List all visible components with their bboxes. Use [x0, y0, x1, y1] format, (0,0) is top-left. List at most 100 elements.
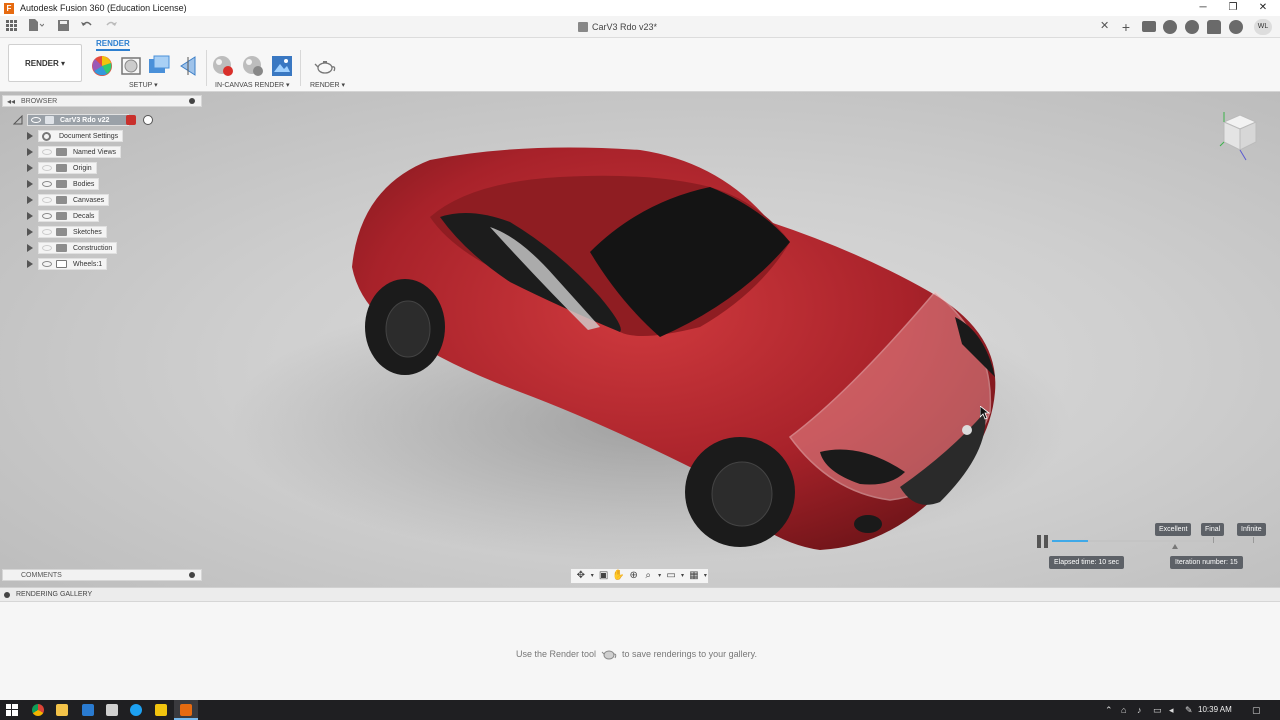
expand-arrow-icon[interactable]	[27, 260, 33, 268]
data-panel-icon[interactable]	[1142, 21, 1156, 32]
gallery-toggle-icon[interactable]	[4, 592, 10, 598]
browser-item[interactable]: Wheels:1	[38, 258, 108, 270]
user-avatar[interactable]: WL	[1254, 19, 1272, 35]
app-icon[interactable]	[106, 704, 118, 716]
chevron-down-icon[interactable]: ▾	[657, 570, 662, 582]
appearance-icon[interactable]	[91, 55, 113, 77]
minimize-button[interactable]: ─	[1188, 0, 1218, 16]
quality-infinite-button[interactable]: Infinite	[1237, 523, 1266, 536]
taskbar-clock[interactable]: 10:39 AM	[1198, 703, 1232, 717]
maximize-button[interactable]: ❐	[1218, 0, 1248, 16]
pause-render-button[interactable]	[1037, 535, 1049, 548]
notification-center-icon[interactable]: ▢	[1252, 703, 1261, 717]
file-icon[interactable]	[27, 19, 45, 35]
scene-settings-icon[interactable]	[120, 55, 142, 77]
chevron-down-icon[interactable]: ▾	[703, 570, 708, 582]
canvas-viewport[interactable]	[0, 92, 1280, 587]
fusion-taskbar-icon[interactable]	[180, 704, 192, 716]
warning-badge-icon[interactable]	[126, 115, 136, 125]
workspace-switcher[interactable]: RENDER ▾	[8, 44, 82, 82]
expand-arrow-icon[interactable]	[27, 132, 33, 140]
visibility-eye-icon[interactable]	[42, 213, 52, 219]
browser-item[interactable]: Construction	[38, 242, 118, 254]
document-tab[interactable]: CarV3 Rdo v23*	[578, 19, 657, 35]
setup-group-label[interactable]: SETUP ▾	[129, 81, 158, 89]
add-comment-icon[interactable]	[189, 572, 195, 578]
app-grid-icon[interactable]	[5, 19, 17, 35]
browser-item[interactable]: Sketches	[38, 226, 107, 238]
save-icon[interactable]	[57, 19, 69, 35]
tray-microphone-icon[interactable]: ♪	[1137, 703, 1142, 717]
render-teapot-icon[interactable]	[314, 55, 336, 77]
visibility-eye-icon[interactable]	[42, 245, 52, 251]
tray-battery-icon[interactable]: ▭	[1153, 703, 1162, 717]
chrome-icon[interactable]	[32, 704, 44, 716]
mail-icon[interactable]	[82, 704, 94, 716]
collapse-panel-icon[interactable]: ◂◂	[7, 96, 15, 107]
windows-start-icon[interactable]	[6, 704, 18, 716]
visibility-eye-icon[interactable]	[42, 229, 52, 235]
rendering-gallery-header[interactable]: RENDERING GALLERY	[0, 587, 1280, 602]
tray-network-icon[interactable]: ⌂	[1121, 703, 1126, 717]
pan-hand-icon[interactable]: ✋	[612, 570, 624, 582]
chevron-down-icon[interactable]: ▾	[680, 570, 685, 582]
decal-icon[interactable]	[177, 55, 199, 77]
visibility-eye-icon[interactable]	[42, 181, 52, 187]
tab-close-icon[interactable]: ✕	[1100, 19, 1109, 32]
expand-arrow-icon[interactable]	[27, 180, 33, 188]
capture-image-icon[interactable]	[271, 55, 293, 77]
notifications-bell-icon[interactable]	[1207, 20, 1221, 34]
tray-chevron-up-icon[interactable]: ⌃	[1105, 703, 1113, 717]
quality-excellent-button[interactable]: Excellent	[1155, 523, 1192, 536]
tab-render[interactable]: RENDER	[96, 39, 130, 51]
expand-arrow-icon[interactable]	[27, 212, 33, 220]
help-icon[interactable]	[1229, 20, 1243, 34]
expand-arrow-icon[interactable]	[27, 164, 33, 172]
expand-arrow-icon[interactable]	[27, 244, 33, 252]
expand-arrow-icon[interactable]	[27, 196, 33, 204]
activate-radio-icon[interactable]	[143, 115, 153, 125]
look-at-icon[interactable]: ▣	[598, 570, 610, 582]
in-canvas-render-group-label[interactable]: IN-CANVAS RENDER ▾	[215, 81, 290, 89]
redo-icon[interactable]	[104, 19, 122, 35]
tray-pen-icon[interactable]: ✎	[1185, 703, 1193, 717]
extensions-icon[interactable]	[1163, 20, 1177, 34]
browser-item[interactable]: Bodies	[38, 178, 100, 190]
browser-panel-header[interactable]: ◂◂ BROWSER	[2, 95, 202, 107]
visibility-eye-icon[interactable]	[42, 165, 52, 171]
fit-icon[interactable]: ⌕	[642, 570, 654, 582]
expand-down-icon[interactable]	[13, 115, 23, 125]
in-canvas-render-settings-icon[interactable]	[242, 55, 264, 77]
job-status-icon[interactable]	[1185, 20, 1199, 34]
edge-icon[interactable]	[130, 704, 142, 716]
pin-icon[interactable]	[189, 98, 195, 104]
quality-final-button[interactable]: Final	[1201, 523, 1225, 536]
browser-item[interactable]: Decals	[38, 210, 100, 222]
browser-root[interactable]: CarV3 Rdo v22	[27, 114, 129, 126]
file-explorer-icon[interactable]	[56, 704, 68, 716]
visibility-eye-icon[interactable]	[42, 197, 52, 203]
expand-arrow-icon[interactable]	[27, 148, 33, 156]
display-settings-icon[interactable]: ▭	[665, 570, 677, 582]
orbit-icon[interactable]: ✥	[575, 570, 587, 582]
browser-item[interactable]: Document Settings	[38, 130, 124, 142]
view-cube[interactable]	[1218, 112, 1260, 162]
tray-volume-icon[interactable]: ◂	[1169, 703, 1174, 717]
visibility-eye-icon[interactable]	[31, 117, 41, 123]
chevron-down-icon[interactable]: ▾	[590, 570, 595, 582]
in-canvas-render-icon[interactable]	[212, 55, 234, 77]
sticky-notes-icon[interactable]	[155, 704, 167, 716]
render-group-label[interactable]: RENDER ▾	[310, 81, 345, 89]
browser-item[interactable]: Named Views	[38, 146, 122, 158]
new-tab-icon[interactable]: +	[1119, 19, 1133, 35]
visibility-eye-icon[interactable]	[42, 261, 52, 267]
comments-panel-header[interactable]: COMMENTS	[2, 569, 202, 581]
grid-settings-icon[interactable]: ▦	[688, 570, 700, 582]
visibility-eye-icon[interactable]	[42, 149, 52, 155]
browser-item[interactable]: Canvases	[38, 194, 110, 206]
expand-arrow-icon[interactable]	[27, 228, 33, 236]
close-window-button[interactable]: ✕	[1248, 0, 1278, 16]
undo-icon[interactable]	[79, 19, 97, 35]
browser-item[interactable]: Origin	[38, 162, 97, 174]
zoom-icon[interactable]: ⊕	[628, 570, 640, 582]
